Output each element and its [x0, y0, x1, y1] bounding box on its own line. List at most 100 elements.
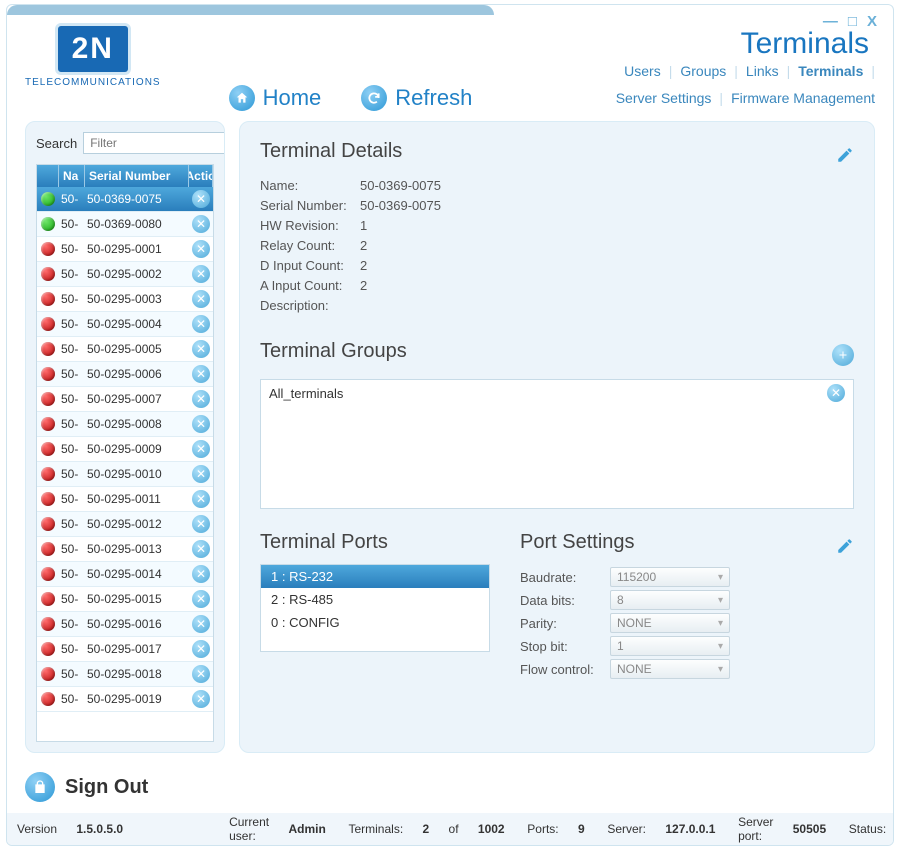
delete-row-button[interactable]: ✕ — [192, 615, 210, 633]
remove-group-button[interactable]: ✕ — [827, 384, 845, 402]
maximize-icon[interactable]: □ — [848, 13, 857, 30]
status-dot — [37, 217, 59, 231]
table-row[interactable]: 50-50-0295-0008✕ — [37, 412, 213, 437]
row-name: 50- — [59, 342, 85, 356]
delete-row-button[interactable]: ✕ — [192, 240, 210, 258]
delete-row-button[interactable]: ✕ — [192, 390, 210, 408]
delete-row-button[interactable]: ✕ — [192, 315, 210, 333]
header: 2N TELECOMMUNICATIONS Terminals Users| G… — [7, 15, 893, 111]
refresh-icon — [361, 85, 387, 111]
delete-row-button[interactable]: ✕ — [192, 465, 210, 483]
table-row[interactable]: 50-50-0295-0011✕ — [37, 487, 213, 512]
table-row[interactable]: 50-50-0295-0006✕ — [37, 362, 213, 387]
delete-row-button[interactable]: ✕ — [192, 215, 210, 233]
delete-row-button[interactable]: ✕ — [192, 415, 210, 433]
table-row[interactable]: 50-50-0295-0005✕ — [37, 337, 213, 362]
delete-row-button[interactable]: ✕ — [192, 265, 210, 283]
status-dot — [37, 517, 59, 531]
add-group-button[interactable] — [832, 344, 854, 366]
table-row[interactable]: 50-50-0295-0013✕ — [37, 537, 213, 562]
setting-select[interactable]: 1 — [610, 636, 730, 656]
status-dot — [37, 542, 59, 556]
row-serial: 50-0295-0016 — [85, 617, 189, 631]
nav-users[interactable]: Users — [624, 63, 661, 79]
table-row[interactable]: 50-50-0295-0014✕ — [37, 562, 213, 587]
group-item[interactable]: All_terminals ✕ — [261, 380, 853, 406]
table-row[interactable]: 50-50-0295-0018✕ — [37, 662, 213, 687]
delete-row-button[interactable]: ✕ — [192, 365, 210, 383]
delete-row-button[interactable]: ✕ — [192, 515, 210, 533]
delete-row-button[interactable]: ✕ — [192, 490, 210, 508]
table-row[interactable]: 50-50-0295-0012✕ — [37, 512, 213, 537]
delete-row-button[interactable]: ✕ — [192, 190, 210, 208]
setting-select[interactable]: NONE — [610, 659, 730, 679]
setting-select[interactable]: 115200 — [610, 567, 730, 587]
row-name: 50- — [59, 517, 85, 531]
row-serial: 50-0295-0008 — [85, 417, 189, 431]
delete-row-button[interactable]: ✕ — [192, 690, 210, 708]
search-input[interactable] — [83, 132, 225, 154]
delete-row-button[interactable]: ✕ — [192, 640, 210, 658]
logo-badge: 2N — [55, 23, 131, 75]
group-name: All_terminals — [269, 386, 343, 401]
status-dot — [37, 692, 59, 706]
delete-row-button[interactable]: ✕ — [192, 540, 210, 558]
setting-select[interactable]: 8 — [610, 590, 730, 610]
table-row[interactable]: 50-50-0295-0015✕ — [37, 587, 213, 612]
table-row[interactable]: 50-50-0295-0010✕ — [37, 462, 213, 487]
row-serial: 50-0295-0018 — [85, 667, 189, 681]
ports-heading: Terminal Ports — [260, 531, 490, 554]
detail-key: Description: — [260, 298, 360, 313]
terminals-grid[interactable]: Na Serial Number Actio 50-50-0369-0075✕5… — [36, 164, 214, 742]
table-row[interactable]: 50-50-0369-0075✕ — [37, 187, 213, 212]
delete-row-button[interactable]: ✕ — [192, 290, 210, 308]
table-row[interactable]: 50-50-0295-0002✕ — [37, 262, 213, 287]
nav-links[interactable]: Links — [746, 63, 779, 79]
setting-key: Parity: — [520, 616, 610, 631]
row-name: 50- — [59, 192, 85, 206]
nav-server-settings[interactable]: Server Settings — [616, 90, 712, 106]
terminals-of: of — [449, 822, 459, 836]
port-row[interactable]: 2 : RS-485 — [261, 588, 489, 611]
port-row[interactable]: 0 : CONFIG — [261, 611, 489, 634]
row-name: 50- — [59, 242, 85, 256]
user-value: Admin — [288, 822, 325, 836]
row-serial: 50-0295-0012 — [85, 517, 189, 531]
edit-details-button[interactable] — [836, 146, 854, 164]
row-serial: 50-0369-0080 — [85, 217, 189, 231]
row-name: 50- — [59, 267, 85, 281]
port-value: 50505 — [793, 822, 826, 836]
delete-row-button[interactable]: ✕ — [192, 665, 210, 683]
delete-row-button[interactable]: ✕ — [192, 440, 210, 458]
detail-key: Name: — [260, 178, 360, 193]
table-row[interactable]: 50-50-0295-0009✕ — [37, 437, 213, 462]
nav-firmware[interactable]: Firmware Management — [731, 90, 875, 106]
table-row[interactable]: 50-50-0295-0007✕ — [37, 387, 213, 412]
signout-button[interactable]: Sign Out — [65, 776, 148, 799]
server-label: Server: — [607, 822, 646, 836]
ports-list: 1 : RS-2322 : RS-4850 : CONFIG — [260, 564, 490, 652]
refresh-button[interactable]: Refresh — [361, 85, 472, 111]
table-row[interactable]: 50-50-0369-0080✕ — [37, 212, 213, 237]
edit-settings-button[interactable] — [836, 537, 854, 555]
terminals-list-panel: Search Na Serial Number Actio 50-50-0369… — [25, 121, 225, 753]
close-icon[interactable]: X — [867, 13, 877, 30]
table-row[interactable]: 50-50-0295-0001✕ — [37, 237, 213, 262]
table-row[interactable]: 50-50-0295-0004✕ — [37, 312, 213, 337]
home-button[interactable]: Home — [229, 85, 322, 111]
table-row[interactable]: 50-50-0295-0016✕ — [37, 612, 213, 637]
status-dot — [37, 367, 59, 381]
status-dot — [37, 492, 59, 506]
setting-select[interactable]: NONE — [610, 613, 730, 633]
delete-row-button[interactable]: ✕ — [192, 340, 210, 358]
nav-groups[interactable]: Groups — [680, 63, 726, 79]
table-row[interactable]: 50-50-0295-0017✕ — [37, 637, 213, 662]
table-row[interactable]: 50-50-0295-0003✕ — [37, 287, 213, 312]
nav-terminals[interactable]: Terminals — [798, 63, 863, 79]
delete-row-button[interactable]: ✕ — [192, 565, 210, 583]
delete-row-button[interactable]: ✕ — [192, 590, 210, 608]
table-row[interactable]: 50-50-0295-0019✕ — [37, 687, 213, 712]
grid-header: Na Serial Number Actio — [37, 165, 213, 187]
port-row[interactable]: 1 : RS-232 — [261, 565, 489, 588]
minimize-icon[interactable]: — — [823, 13, 838, 30]
